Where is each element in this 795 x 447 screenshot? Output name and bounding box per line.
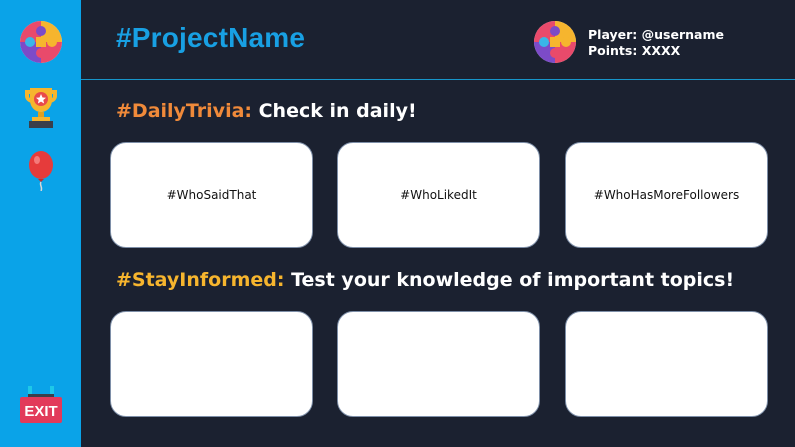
daily-trivia-tag: #DailyTrivia: [116,100,252,122]
main-content: #ProjectName Player: @username Points: X… [81,0,795,447]
card-label: #WhoLikedIt [400,188,477,202]
balloon-icon [28,151,53,191]
player-info: Player: @username Points: XXXX [588,27,724,59]
stay-informed-text: Test your knowledge of important topics! [284,269,735,291]
stay-informed-tag: #StayInformed: [116,269,285,291]
topic-card-3[interactable] [565,311,768,417]
trophy-icon [24,88,57,128]
sidebar-item-games[interactable] [0,151,81,191]
stay-informed-heading: #StayInformed: Test your knowledge of im… [116,269,734,291]
topic-card-1[interactable] [110,311,313,417]
sidebar-item-leaderboard[interactable] [0,86,81,128]
player-points: Points: XXXX [588,43,681,58]
card-label: #WhoHasMoreFollowers [593,188,740,202]
trivia-card-who-has-more-followers[interactable]: #WhoHasMoreFollowers [565,142,768,248]
puzzle-icon [19,21,62,63]
avatar[interactable] [534,21,576,67]
card-label: #WhoSaidThat [166,188,257,202]
daily-trivia-heading: #DailyTrivia: Check in daily! [116,100,417,122]
exit-label: EXIT [24,403,57,420]
trivia-card-who-said-that[interactable]: #WhoSaidThat [110,142,313,248]
daily-trivia-text: Check in daily! [252,100,417,122]
header: #ProjectName Player: @username Points: X… [81,0,795,80]
exit-button[interactable]: EXIT [0,384,81,424]
player-name: Player: @username [588,27,724,42]
project-title: #ProjectName [116,22,306,53]
sidebar: EXIT [0,0,81,447]
topic-card-2[interactable] [337,311,540,417]
trivia-card-who-liked-it[interactable]: #WhoLikedIt [337,142,540,248]
puzzle-avatar-icon [534,21,576,63]
exit-icon: EXIT [19,386,62,423]
sidebar-item-home[interactable] [0,21,81,63]
